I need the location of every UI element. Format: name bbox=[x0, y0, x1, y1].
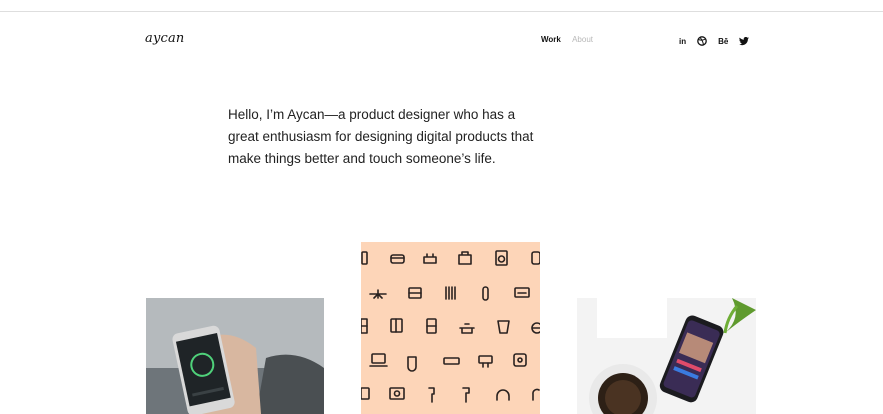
router-icon bbox=[478, 355, 493, 368]
lamp-icon bbox=[531, 322, 540, 334]
nav-about-link[interactable]: About bbox=[572, 35, 593, 44]
ceiling-fan-icon bbox=[369, 289, 387, 299]
twitter-icon[interactable] bbox=[739, 33, 750, 51]
coffee-phone-photo bbox=[577, 298, 756, 414]
project-card-mobile-app[interactable] bbox=[577, 298, 756, 414]
cookie-icon bbox=[531, 251, 540, 265]
keyboard-icon bbox=[443, 357, 460, 365]
main-nav: Work About bbox=[541, 35, 602, 44]
fridge-icon bbox=[390, 318, 403, 333]
headphones-icon bbox=[496, 389, 510, 401]
washer-icon bbox=[495, 250, 508, 266]
building-icon bbox=[458, 251, 472, 265]
behance-icon[interactable]: Bē bbox=[718, 36, 728, 48]
basket-icon bbox=[390, 254, 405, 264]
radiator-icon bbox=[408, 287, 422, 299]
blender-icon bbox=[497, 320, 510, 334]
project-card-icon-set[interactable] bbox=[361, 242, 540, 414]
iron-icon bbox=[462, 387, 470, 403]
hairdryer-icon bbox=[428, 387, 435, 403]
thermometer-icon bbox=[482, 286, 489, 301]
mouse-icon bbox=[407, 356, 417, 372]
hero-intro: Hello, I’m Aycan—a product designer who … bbox=[228, 107, 534, 166]
coffee-maker-icon bbox=[426, 318, 437, 334]
pot-icon bbox=[459, 323, 475, 334]
project-card-fitness-app[interactable] bbox=[146, 298, 324, 414]
logo[interactable]: aycan bbox=[145, 31, 185, 46]
top-divider bbox=[0, 11, 883, 12]
heater-icon bbox=[445, 286, 456, 300]
laptop-icon bbox=[369, 353, 388, 367]
phone-photo bbox=[146, 298, 324, 414]
nav-work-link[interactable]: Work bbox=[541, 35, 561, 44]
speaker-icon bbox=[513, 353, 527, 367]
hanger-icon bbox=[532, 388, 540, 401]
dribbble-icon[interactable] bbox=[697, 33, 707, 51]
monitor-icon bbox=[361, 387, 370, 400]
linkedin-icon[interactable]: in bbox=[679, 36, 686, 48]
stove-icon bbox=[361, 318, 368, 334]
icon-pattern bbox=[361, 250, 540, 403]
tv-icon bbox=[514, 287, 530, 298]
social-links: in Bē bbox=[679, 33, 750, 51]
radio-icon bbox=[389, 387, 405, 400]
cake-icon bbox=[423, 253, 437, 264]
bottle-icon bbox=[361, 251, 368, 265]
